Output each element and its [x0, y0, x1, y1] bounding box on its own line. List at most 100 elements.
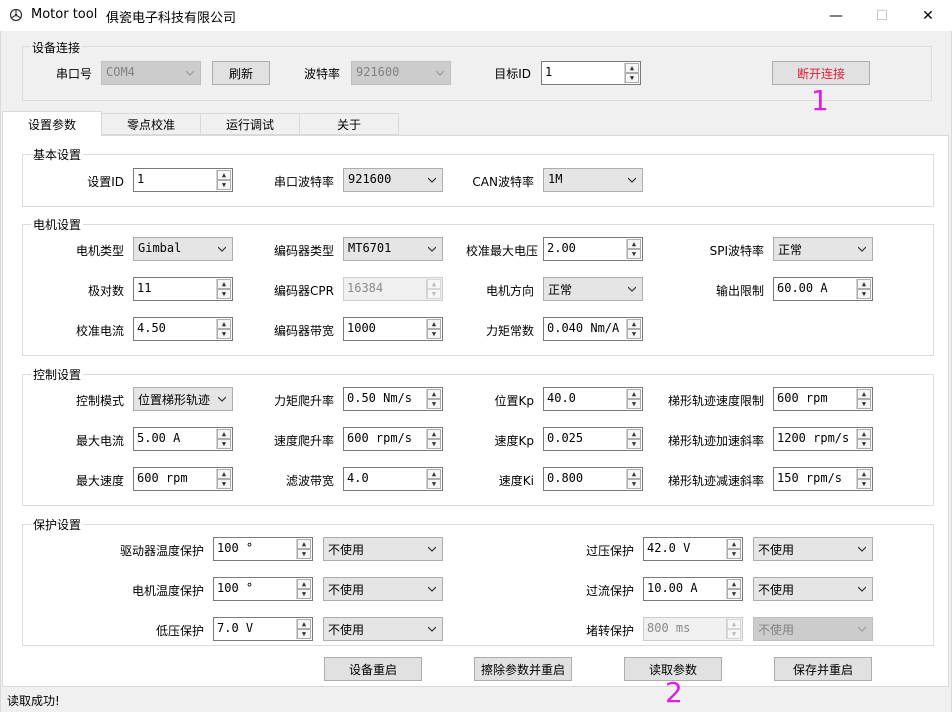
output-limit-spinner[interactable]: 60.00 A ▲ ▼ — [773, 277, 873, 301]
spin-down-icon[interactable]: ▼ — [427, 329, 441, 339]
motor-temp-spinner[interactable]: 100 ° ▲ ▼ — [213, 577, 313, 601]
filter-bandwidth-spinner[interactable]: 4.0 ▲ ▼ — [343, 467, 443, 491]
spin-down-icon[interactable]: ▼ — [627, 249, 641, 259]
spin-down-icon[interactable]: ▼ — [857, 399, 871, 409]
spin-down-icon[interactable]: ▼ — [427, 399, 441, 409]
spin-up-icon[interactable]: ▲ — [217, 319, 231, 329]
spin-down-icon[interactable]: ▼ — [857, 289, 871, 299]
motor-temp-mode-select[interactable]: 不使用 — [323, 577, 443, 601]
driver-temp-spinner[interactable]: 100 ° ▲ ▼ — [213, 537, 313, 561]
spin-down-icon[interactable]: ▼ — [857, 439, 871, 449]
spin-down-icon[interactable]: ▼ — [627, 439, 641, 449]
traj-velocity-limit-spinner[interactable]: 600 rpm ▲ ▼ — [773, 387, 873, 411]
can-baud-select[interactable]: 1M — [543, 168, 643, 192]
spin-up-icon[interactable]: ▲ — [857, 279, 871, 289]
spin-up-icon[interactable]: ▲ — [427, 319, 441, 329]
spin-down-icon[interactable]: ▼ — [627, 479, 641, 489]
tab-run-debug[interactable]: 运行调试 — [200, 113, 300, 135]
spin-up-icon[interactable]: ▲ — [297, 539, 311, 549]
tab-zero-calibration[interactable]: 零点校准 — [101, 113, 201, 135]
velocity-kp-spinner[interactable]: 0.025 ▲ ▼ — [543, 427, 643, 451]
position-kp-spinner[interactable]: 40.0 ▲ ▼ — [543, 387, 643, 411]
max-current-spinner[interactable]: 5.00 A ▲ ▼ — [133, 427, 233, 451]
overcurrent-mode-select[interactable]: 不使用 — [753, 577, 873, 601]
torque-ramp-spinner[interactable]: 0.50 Nm/s ▲ ▼ — [343, 387, 443, 411]
control-mode-select[interactable]: 位置梯形轨迹 — [133, 387, 233, 411]
spin-down-icon[interactable]: ▼ — [297, 629, 311, 639]
spin-down-icon[interactable]: ▼ — [217, 289, 231, 299]
spin-up-icon[interactable]: ▲ — [427, 429, 441, 439]
spin-down-icon[interactable]: ▼ — [297, 549, 311, 559]
encoder-bandwidth-spinner[interactable]: 1000 ▲ ▼ — [343, 317, 443, 341]
spin-up-icon[interactable]: ▲ — [727, 579, 741, 589]
spin-down-icon[interactable]: ▼ — [297, 589, 311, 599]
spin-up-icon[interactable]: ▲ — [217, 279, 231, 289]
velocity-ki-spinner[interactable]: 0.800 ▲ ▼ — [543, 467, 643, 491]
pole-pairs-spinner[interactable]: 11 ▲ ▼ — [133, 277, 233, 301]
motor-type-select[interactable]: Gimbal — [133, 237, 233, 261]
traj-accel-spinner[interactable]: 1200 rpm/s ▲ ▼ — [773, 427, 873, 451]
spin-down-icon[interactable]: ▼ — [217, 479, 231, 489]
spin-up-icon[interactable]: ▲ — [297, 579, 311, 589]
spin-down-icon[interactable]: ▼ — [727, 549, 741, 559]
spin-down-icon[interactable]: ▼ — [727, 589, 741, 599]
spin-down-icon[interactable]: ▼ — [427, 439, 441, 449]
undervoltage-mode-select[interactable]: 不使用 — [323, 617, 443, 641]
spin-up-icon[interactable]: ▲ — [625, 63, 639, 73]
minimize-button[interactable]: — — [813, 0, 859, 31]
spin-up-icon[interactable]: ▲ — [627, 239, 641, 249]
spin-up-icon[interactable]: ▲ — [427, 389, 441, 399]
max-speed-spinner[interactable]: 600 rpm ▲ ▼ — [133, 467, 233, 491]
close-button[interactable]: ✕ — [905, 0, 951, 31]
port-select[interactable]: COM4 — [101, 61, 201, 85]
spin-up-icon[interactable]: ▲ — [857, 429, 871, 439]
traj-decel-spinner[interactable]: 150 rpm/s ▲ ▼ — [773, 467, 873, 491]
spin-down-icon[interactable]: ▼ — [625, 73, 639, 83]
driver-temp-mode-select[interactable]: 不使用 — [323, 537, 443, 561]
spin-up-icon[interactable]: ▲ — [627, 319, 641, 329]
spin-up-icon[interactable]: ▲ — [627, 429, 641, 439]
tab-settings[interactable]: 设置参数 — [2, 111, 102, 136]
target-id-spinner[interactable]: 1 ▲ ▼ — [541, 61, 641, 85]
spi-baud-select[interactable]: 正常 — [773, 237, 873, 261]
spin-down-icon[interactable]: ▼ — [217, 439, 231, 449]
spin-up-icon[interactable]: ▲ — [857, 389, 871, 399]
spin-down-icon[interactable]: ▼ — [627, 399, 641, 409]
cal-current-spinner[interactable]: 4.50 ▲ ▼ — [133, 317, 233, 341]
spin-up-icon[interactable]: ▲ — [217, 469, 231, 479]
spin-up-icon[interactable]: ▲ — [217, 429, 231, 439]
device-id-spinner[interactable]: 1 ▲ ▼ — [133, 168, 233, 192]
spin-up-icon[interactable]: ▲ — [297, 619, 311, 629]
spin-down-icon[interactable]: ▼ — [857, 479, 871, 489]
chevron-down-icon — [428, 626, 436, 632]
refresh-button[interactable]: 刷新 — [212, 61, 270, 85]
motor-direction-select[interactable]: 正常 — [543, 277, 643, 301]
erase-restart-button[interactable]: 擦除参数并重启 — [474, 657, 572, 681]
spin-up-icon[interactable]: ▲ — [427, 469, 441, 479]
uart-baud-select[interactable]: 921600 — [343, 168, 443, 192]
spin-down-icon[interactable]: ▼ — [217, 180, 231, 190]
chevron-down-icon — [628, 286, 636, 292]
encoder-type-select[interactable]: MT6701 — [343, 237, 443, 261]
overcurrent-spinner[interactable]: 10.00 A ▲ ▼ — [643, 577, 743, 601]
undervoltage-spinner[interactable]: 7.0 V ▲ ▼ — [213, 617, 313, 641]
spin-up-icon[interactable]: ▲ — [627, 389, 641, 399]
spin-up-icon[interactable]: ▲ — [857, 469, 871, 479]
spin-down-icon[interactable]: ▼ — [217, 329, 231, 339]
save-restart-button[interactable]: 保存并重启 — [774, 657, 872, 681]
maximize-icon: ☐ — [875, 7, 889, 24]
overvoltage-mode-select[interactable]: 不使用 — [753, 537, 873, 561]
cal-voltage-spinner[interactable]: 2.00 ▲ ▼ — [543, 237, 643, 261]
disconnect-button[interactable]: 断开连接 — [772, 61, 870, 85]
overvoltage-spinner[interactable]: 42.0 V ▲ ▼ — [643, 537, 743, 561]
velocity-ramp-spinner[interactable]: 600 rpm/s ▲ ▼ — [343, 427, 443, 451]
spin-down-icon[interactable]: ▼ — [427, 479, 441, 489]
baud-select[interactable]: 921600 — [351, 61, 451, 85]
spin-up-icon[interactable]: ▲ — [727, 539, 741, 549]
restart-button[interactable]: 设备重启 — [324, 657, 422, 681]
spin-down-icon[interactable]: ▼ — [627, 329, 641, 339]
tab-about[interactable]: 关于 — [299, 113, 399, 135]
torque-constant-spinner[interactable]: 0.040 Nm/A ▲ ▼ — [543, 317, 643, 341]
spin-up-icon[interactable]: ▲ — [627, 469, 641, 479]
spin-up-icon[interactable]: ▲ — [217, 170, 231, 180]
